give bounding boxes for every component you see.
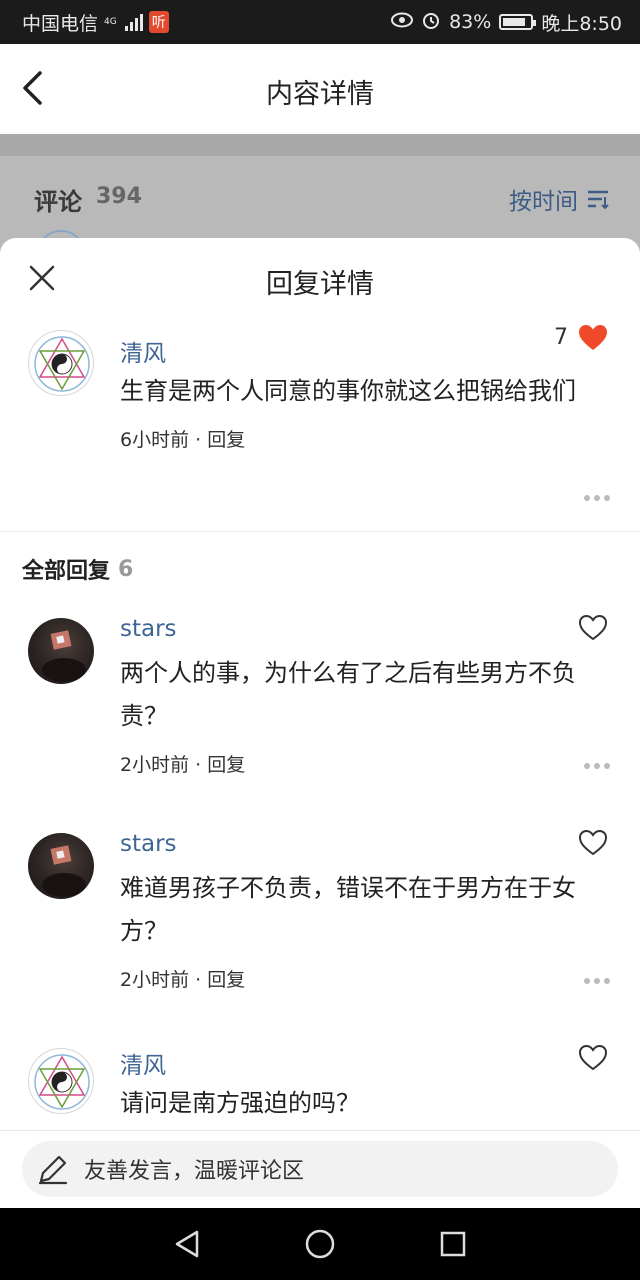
reply-detail-sheet: 回复详情 清风 7 生育是两个人同意的事你就这么把锅给我们 6小时前 · 回复 … xyxy=(0,238,640,1208)
sort-label: 按时间 xyxy=(509,189,578,215)
dot xyxy=(584,763,590,769)
reply-meta: 2小时前 · 回复 xyxy=(120,754,246,776)
like-button[interactable] xyxy=(578,614,608,641)
comment-time: 6小时前 xyxy=(120,429,190,451)
sheet-header: 回复详情 xyxy=(0,238,640,318)
nav-back-button[interactable] xyxy=(167,1224,207,1264)
comment-text: 生育是两个人同意的事你就这么把锅给我们 xyxy=(120,377,576,405)
triangle-back-icon xyxy=(175,1230,198,1258)
comment-input-bar: 友善发言，温暖评论区 xyxy=(0,1130,640,1208)
dot xyxy=(594,495,600,501)
system-nav-bar xyxy=(0,1208,640,1280)
like-button[interactable]: 7 xyxy=(554,324,608,351)
status-bar: 中国电信 4G 听 83% 晚上8:50 xyxy=(0,0,640,44)
signal-icon xyxy=(124,13,143,31)
like-count: 7 xyxy=(554,325,568,350)
reply-time: 2小时前 xyxy=(120,969,190,991)
network-type: 4G xyxy=(104,16,117,27)
square-recents-icon xyxy=(441,1231,466,1257)
dot xyxy=(584,495,590,501)
comment-username[interactable]: 清风 xyxy=(120,328,612,368)
reply-link[interactable]: 回复 xyxy=(207,969,245,991)
nav-recents-button[interactable] xyxy=(433,1224,473,1264)
eye-icon xyxy=(391,11,414,33)
like-button[interactable] xyxy=(578,1044,608,1071)
all-replies-header: 全部回复 6 xyxy=(0,532,640,606)
circle-home-icon xyxy=(305,1229,335,1259)
input-placeholder: 友善发言，温暖评论区 xyxy=(84,1159,305,1184)
avatar[interactable] xyxy=(28,833,94,899)
comments-label: 评论 xyxy=(34,188,82,216)
sheet-title: 回复详情 xyxy=(266,269,374,300)
reply-username[interactable]: stars xyxy=(120,610,612,650)
background-content: 评论 394 按时间 xyxy=(0,134,640,280)
app-badge: 听 xyxy=(148,11,169,33)
nav-home-button[interactable] xyxy=(300,1224,340,1264)
dot xyxy=(604,763,610,769)
more-options-button[interactable] xyxy=(584,976,612,986)
heart-filled-icon xyxy=(579,325,607,350)
reply-username[interactable]: stars xyxy=(120,825,612,865)
carrier-name: 中国电信 xyxy=(22,12,99,35)
like-button[interactable] xyxy=(578,829,608,856)
reply-username[interactable]: 清风 xyxy=(120,1040,612,1080)
dot xyxy=(604,978,610,984)
sort-icon xyxy=(588,190,609,210)
reply-item: stars 两个人的事，为什么有了之后有些男方不负责？ 2小时前 · 回复 xyxy=(0,606,640,821)
reply-link[interactable]: 回复 xyxy=(207,754,245,776)
avatar[interactable] xyxy=(28,1048,94,1114)
all-replies-count: 6 xyxy=(118,556,134,582)
reply-time: 2小时前 xyxy=(120,754,190,776)
dot xyxy=(584,978,590,984)
reply-meta: 2小时前 · 回复 xyxy=(120,969,246,991)
more-options-button[interactable] xyxy=(584,493,612,503)
pencil-icon xyxy=(38,1155,68,1185)
reply-text: 两个人的事，为什么有了之后有些男方不负责？ xyxy=(120,659,576,730)
battery-percent: 83% xyxy=(449,11,492,33)
reply-text: 请问是南方强迫的吗？ xyxy=(120,1089,360,1117)
dot xyxy=(594,978,600,984)
more-options-button[interactable] xyxy=(584,761,612,771)
reply-item: stars 难道男孩子不负责，错误不在于男方在于女方？ 2小时前 · 回复 xyxy=(0,821,640,1036)
battery-icon xyxy=(499,14,537,30)
sort-button[interactable]: 按时间 xyxy=(509,182,610,216)
avatar[interactable] xyxy=(28,330,94,396)
reply-text: 难道男孩子不负责，错误不在于男方在于女方？ xyxy=(120,874,576,945)
dot xyxy=(604,495,610,501)
comment-meta: 6小时前 · 回复 xyxy=(120,429,246,451)
divider-band xyxy=(0,134,640,156)
alarm-icon xyxy=(421,10,441,35)
avatar[interactable] xyxy=(28,618,94,684)
heart-outline-icon xyxy=(578,829,608,856)
app-header: 内容详情 xyxy=(0,44,640,134)
comments-count: 394 xyxy=(96,184,142,209)
dot xyxy=(594,763,600,769)
heart-outline-icon xyxy=(578,614,608,641)
page-title: 内容详情 xyxy=(266,79,374,110)
reply-link[interactable]: 回复 xyxy=(207,429,245,451)
main-comment: 清风 7 生育是两个人同意的事你就这么把锅给我们 6小时前 · 回复 xyxy=(0,318,640,531)
all-replies-label: 全部回复 xyxy=(22,559,111,584)
heart-outline-icon xyxy=(578,1044,608,1071)
comment-input[interactable]: 友善发言，温暖评论区 xyxy=(22,1141,618,1197)
clock: 晚上8:50 xyxy=(541,12,622,35)
